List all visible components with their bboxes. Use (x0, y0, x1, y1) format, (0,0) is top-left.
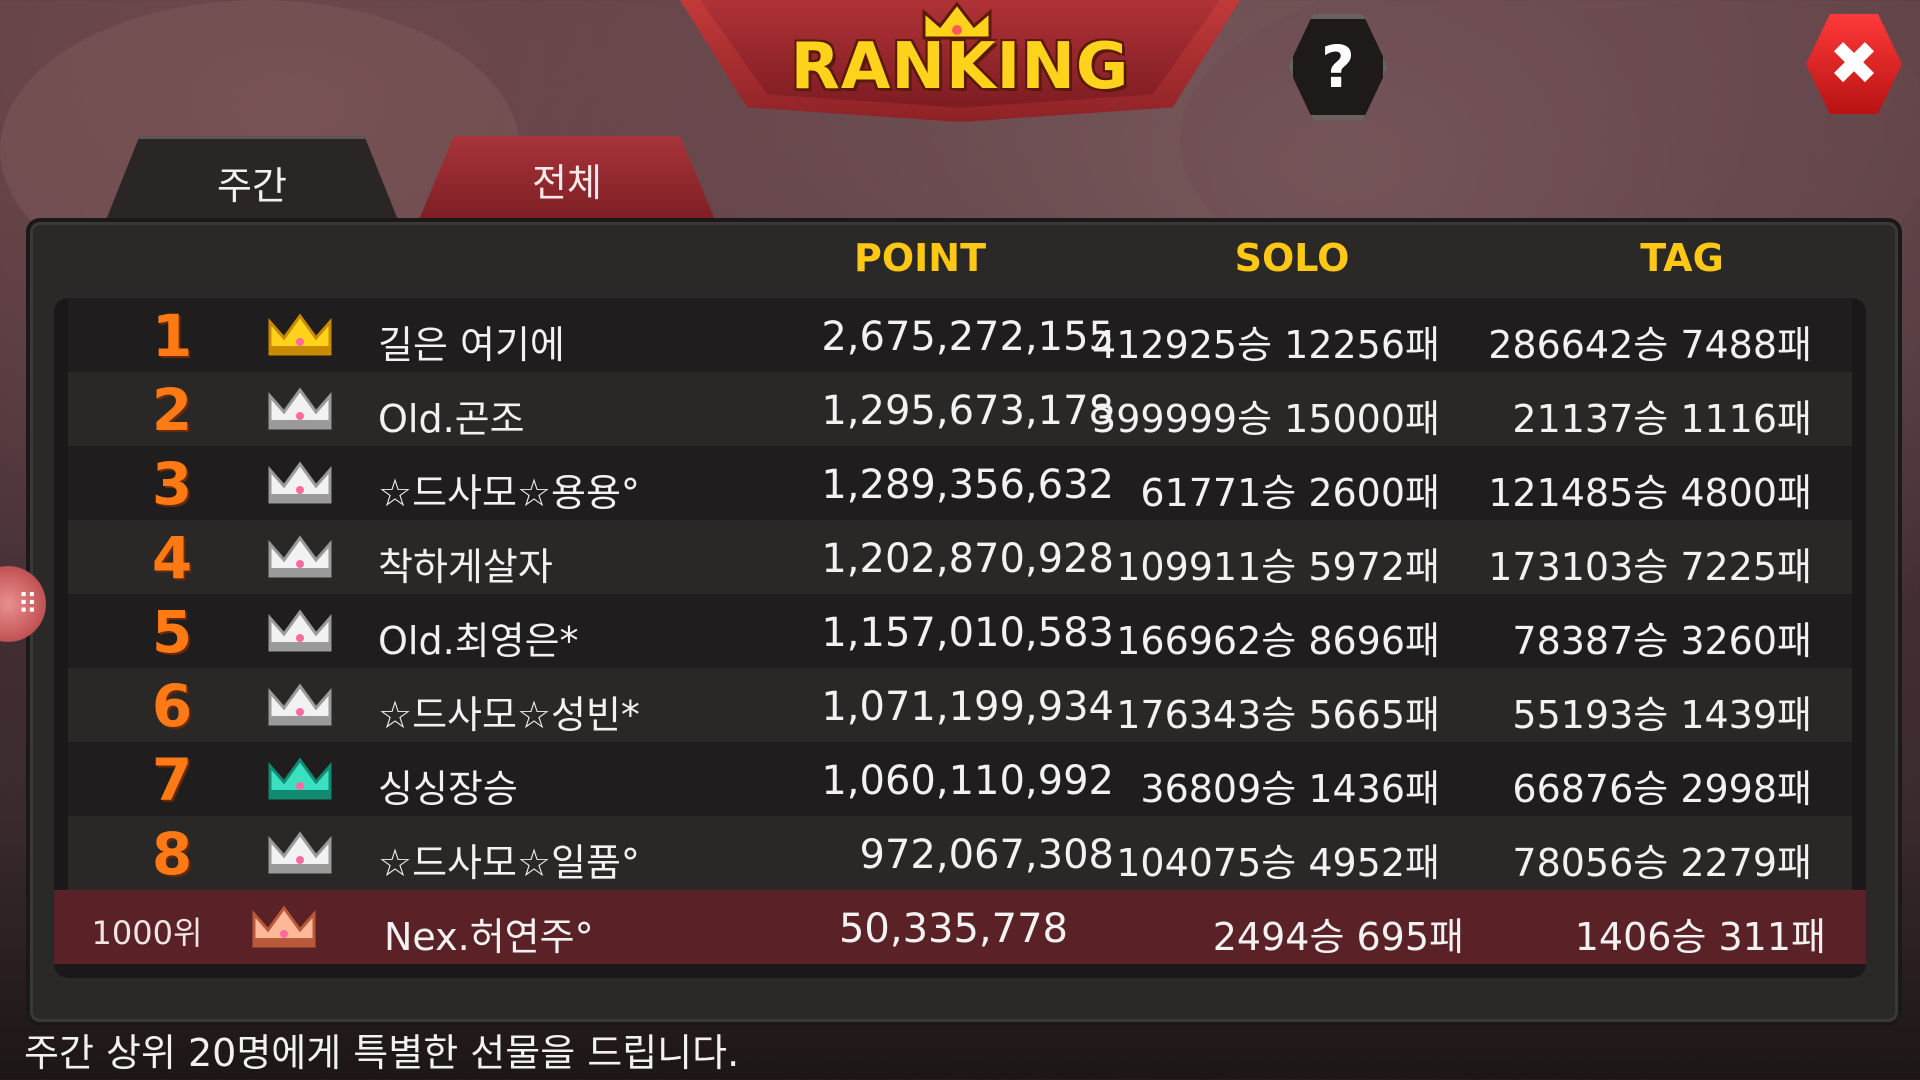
silver-crown-icon (268, 831, 332, 874)
rank-number: 2 (151, 376, 193, 444)
table-row[interactable]: 2 Old.곤조 1,295,673,178 399999승 15000패 21137승… (68, 372, 1852, 446)
point-value: 1,157,010,583 (821, 610, 1114, 656)
silver-crown-icon (268, 609, 332, 652)
solo-record: 61771승 2600패 (1140, 471, 1440, 515)
player-name: Old.최영은* (378, 619, 579, 663)
teal-crown-icon (268, 757, 332, 800)
point-value: 2,675,272,155 (821, 314, 1114, 360)
question-icon: ? (1321, 33, 1355, 101)
player-name: ☆드사모☆용용° (378, 471, 640, 515)
point-value: 1,295,673,178 (821, 388, 1114, 434)
player-name: ☆드사모☆일품° (378, 841, 640, 885)
my-point-value: 50,335,778 (838, 906, 1068, 952)
solo-record: 412925승 12256패 (1092, 323, 1440, 367)
solo-record: 176343승 5665패 (1116, 693, 1440, 737)
rank-number: 6 (151, 672, 193, 740)
rank-number: 1 (151, 302, 193, 370)
tag-record: 78056승 2279패 (1512, 841, 1812, 885)
point-value: 1,071,199,934 (821, 684, 1114, 730)
rank-number: 4 (151, 524, 193, 592)
point-value: 1,202,870,928 (821, 536, 1114, 582)
tag-record: 78387승 3260패 (1512, 619, 1812, 663)
player-name: 싱싱장승 (378, 767, 518, 811)
dots-icon: ⠿ (17, 587, 38, 621)
column-header-point: POINT (853, 236, 987, 280)
solo-record: 36809승 1436패 (1140, 767, 1440, 811)
tag-record: 55193승 1439패 (1512, 693, 1812, 737)
table-row[interactable]: 4 착하게살자 1,202,870,928 109911승 5972패 173103승 … (68, 520, 1852, 594)
point-value: 1,060,110,992 (821, 758, 1114, 804)
solo-record: 399999승 15000패 (1092, 397, 1440, 441)
table-row[interactable]: 1 길은 여기에 2,675,272,155 412925승 12256패 286642… (68, 298, 1852, 372)
page-title: RANKING (790, 30, 1130, 104)
table-row[interactable]: 5 Old.최영은* 1,157,010,583 166962승 8696패 78387… (68, 594, 1852, 668)
gold-crown-icon (268, 313, 332, 356)
my-rank-row[interactable]: 1000위 Nex.허연주° 50,335,778 2494승 695패 1406승 3… (54, 890, 1866, 964)
tag-record: 21137승 1116패 (1512, 397, 1812, 441)
my-player-name: Nex.허연주° (384, 915, 594, 959)
column-header-solo: SOLO (1234, 236, 1350, 280)
tab-all[interactable]: 전체 (418, 136, 716, 222)
player-name: 길은 여기에 (378, 323, 565, 367)
silver-crown-icon (268, 683, 332, 726)
solo-record: 166962승 8696패 (1116, 619, 1440, 663)
rank-number: 7 (151, 746, 193, 814)
point-value: 1,289,356,632 (821, 462, 1114, 508)
my-solo-record: 2494승 695패 (1212, 915, 1464, 959)
player-name: Old.곤조 (378, 397, 525, 441)
tag-record: 173103승 7225패 (1488, 545, 1812, 589)
my-rank-number: 1000위 (91, 914, 203, 952)
column-header-tag: TAG (1640, 236, 1724, 280)
point-value: 972,067,308 (859, 832, 1114, 878)
table-row[interactable]: 8 ☆드사모☆일품° 972,067,308 104075승 4952패 78056승 … (68, 816, 1852, 890)
rank-number: 8 (151, 820, 193, 888)
solo-record: 109911승 5972패 (1116, 545, 1440, 589)
bronze-crown-icon (252, 905, 316, 948)
player-name: 착하게살자 (378, 545, 553, 589)
footer-notice: 주간 상위 20명에게 특별한 선물을 드립니다. (24, 1031, 740, 1075)
rank-number: 3 (151, 450, 193, 518)
table-row[interactable]: 3 ☆드사모☆용용° 1,289,356,632 61771승 2600패 121485… (68, 446, 1852, 520)
table-row[interactable]: 6 ☆드사모☆성빈* 1,071,199,934 176343승 5665패 55193… (68, 668, 1852, 742)
silver-crown-icon (268, 461, 332, 504)
silver-crown-icon (268, 535, 332, 578)
tag-record: 286642승 7488패 (1488, 323, 1812, 367)
tag-record: 66876승 2998패 (1512, 767, 1812, 811)
solo-record: 104075승 4952패 (1116, 841, 1440, 885)
rank-number: 5 (151, 598, 193, 666)
player-name: ☆드사모☆성빈* (378, 693, 640, 737)
table-row[interactable]: 7 싱싱장승 1,060,110,992 36809승 1436패 66876승 299… (68, 742, 1852, 816)
close-icon: ✖ (1828, 29, 1880, 99)
ranking-list[interactable]: 1 길은 여기에 2,675,272,155 412925승 12256패 286642… (54, 298, 1866, 978)
tab-weekly[interactable]: 주간 (104, 136, 400, 225)
my-tag-record: 1406승 311패 (1574, 915, 1826, 959)
tag-record: 121485승 4800패 (1488, 471, 1812, 515)
silver-crown-icon (268, 387, 332, 430)
